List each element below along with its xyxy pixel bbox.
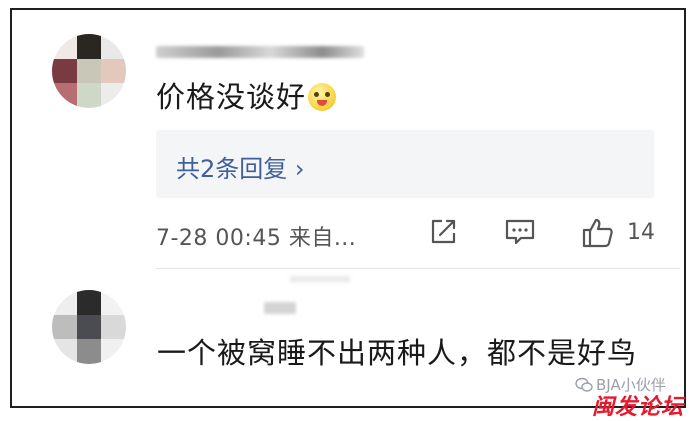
comment-text: 一个被窝睡不出两种人，都不是好鸟	[157, 336, 638, 370]
comment-divider	[156, 268, 680, 269]
replies-link-box[interactable]: 共2条回复 ›	[156, 130, 654, 198]
avatar[interactable]	[52, 290, 126, 364]
comment-meta: 7-28 00:45 来自...	[156, 226, 357, 251]
username-blurred[interactable]	[156, 46, 364, 58]
blurred-text	[290, 276, 350, 282]
share-icon[interactable]	[428, 217, 458, 247]
site-watermark: 闽发论坛	[592, 394, 685, 420]
comment-icon[interactable]	[504, 217, 536, 247]
username-blurred[interactable]	[264, 302, 296, 314]
comment-text: 价格没谈好	[156, 74, 337, 116]
wechat-icon	[575, 377, 593, 392]
thumbs-up-icon[interactable]	[581, 217, 615, 249]
like-count: 14	[627, 220, 655, 245]
grinning-face-icon	[308, 83, 337, 111]
avatar[interactable]	[52, 34, 126, 108]
replies-link[interactable]: 共2条回复 ›	[176, 149, 305, 184]
